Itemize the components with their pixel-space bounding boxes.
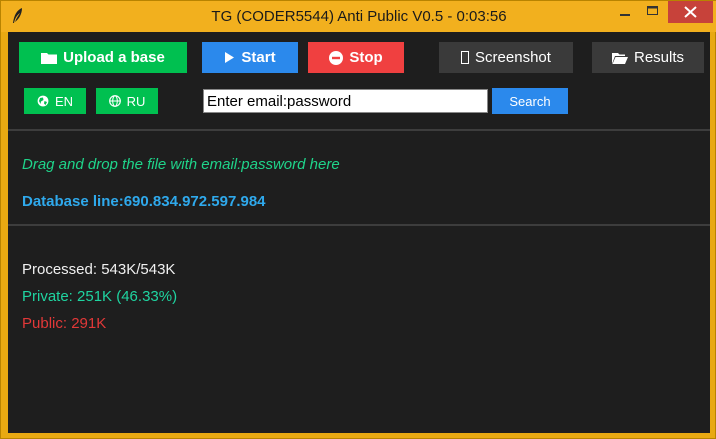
results-button[interactable]: Results: [592, 42, 704, 73]
database-line: Database line:690.834.972.597.984: [22, 193, 266, 210]
screenshot-label: Screenshot: [475, 49, 551, 66]
drop-zone-hint: Drag and drop the file with email:passwo…: [22, 156, 340, 173]
screenshot-button[interactable]: Screenshot: [439, 42, 573, 73]
title-bar[interactable]: TG (CODER5544) Anti Public V0.5 - 0:03:5…: [1, 1, 716, 32]
public-count: Public: 291K: [22, 315, 107, 332]
app-window: TG (CODER5544) Anti Public V0.5 - 0:03:5…: [0, 0, 716, 439]
folder-open-icon: [611, 53, 628, 64]
stop-label: Stop: [349, 49, 383, 66]
processed-count: Processed: 543K/543K: [22, 261, 176, 278]
language-en-button[interactable]: EN: [24, 88, 86, 114]
upload-base-button[interactable]: Upload a base: [19, 42, 187, 73]
stop-button[interactable]: Stop: [308, 42, 404, 73]
maximize-button[interactable]: [639, 1, 666, 23]
play-icon: [225, 52, 235, 63]
language-ru-button[interactable]: RU: [96, 88, 158, 114]
language-en-label: EN: [54, 93, 74, 109]
minimize-button[interactable]: [611, 1, 639, 23]
results-label: Results: [633, 49, 685, 66]
maximize-icon: [647, 6, 658, 15]
start-label: Start: [241, 49, 276, 66]
divider-bottom: [8, 224, 710, 226]
close-button[interactable]: [668, 1, 713, 23]
search-label: Search: [509, 93, 551, 109]
minimize-icon: [620, 14, 630, 16]
search-button[interactable]: Search: [492, 88, 568, 114]
stop-icon: [329, 50, 344, 65]
close-icon: [684, 6, 697, 18]
globe-icon: [108, 95, 121, 107]
divider-top: [8, 129, 710, 131]
globe-icon: [37, 95, 49, 107]
private-count: Private: 251K (46.33%): [22, 288, 178, 305]
language-ru-label: RU: [126, 93, 146, 109]
window-title: TG (CODER5544) Anti Public V0.5 - 0:03:5…: [211, 8, 507, 25]
search-input[interactable]: [203, 89, 488, 113]
folder-icon: [41, 53, 58, 64]
start-button[interactable]: Start: [202, 42, 298, 73]
main-panel: Upload a base Start Stop Screenshot Resu…: [8, 32, 710, 433]
square-icon: [461, 51, 470, 64]
upload-base-label: Upload a base: [63, 49, 165, 66]
